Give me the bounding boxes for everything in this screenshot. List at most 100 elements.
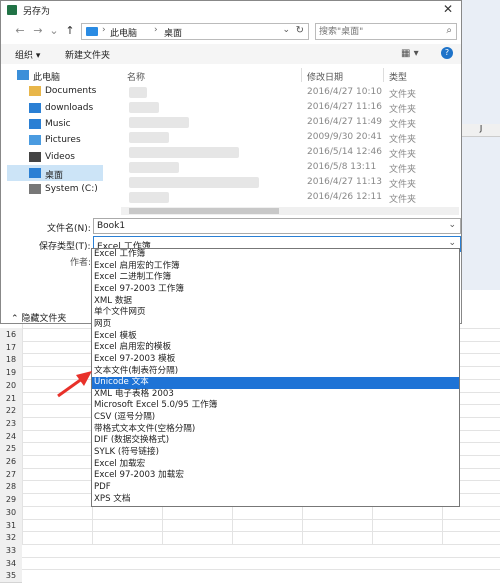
- organize-button[interactable]: 组织 ▾: [15, 48, 40, 61]
- savetype-option[interactable]: Excel 二进制工作簿: [92, 272, 459, 284]
- savetype-option[interactable]: Excel 工作簿: [92, 249, 459, 261]
- nav-item-label: 此电脑: [33, 73, 61, 83]
- savetype-option[interactable]: 单个文件网页: [92, 307, 459, 319]
- column-type[interactable]: 类型: [389, 70, 407, 83]
- list-item[interactable]: 2016/4/27 11:13 文件夹: [121, 175, 461, 190]
- savetype-option[interactable]: Excel 97-2003 模板: [92, 354, 459, 366]
- nav-item-documents[interactable]: Documents: [7, 83, 103, 99]
- close-icon[interactable]: ✕: [441, 2, 455, 16]
- nav-item-label: Documents: [45, 86, 97, 97]
- savetype-option-label: XPS 文档: [94, 493, 131, 504]
- help-icon[interactable]: ?: [441, 47, 453, 59]
- recent-dropdown-icon[interactable]: ⌄: [47, 24, 61, 38]
- row-header[interactable]: 35: [0, 569, 22, 583]
- column-divider[interactable]: [383, 68, 384, 82]
- savetype-option[interactable]: Excel 加载宏: [92, 459, 459, 471]
- breadcrumb-desktop[interactable]: 桌面: [164, 26, 182, 39]
- dialog-title: 另存为: [23, 7, 51, 17]
- savetype-option-label: Excel 97-2003 模板: [94, 353, 176, 364]
- file-type: 文件夹: [389, 90, 417, 100]
- savetype-option[interactable]: Excel 启用宏的工作簿: [92, 261, 459, 273]
- nav-item-pictures[interactable]: Pictures: [7, 132, 103, 148]
- view-options-icon[interactable]: ▦ ▾: [401, 48, 419, 59]
- savetype-option[interactable]: Excel 启用宏的模板: [92, 342, 459, 354]
- pictures-icon: [29, 135, 41, 146]
- savetype-option[interactable]: XML 数据: [92, 296, 459, 308]
- savetype-option[interactable]: XPS 文档: [92, 494, 459, 506]
- filename-value: Book1: [97, 221, 126, 231]
- file-name-blurred: [129, 162, 179, 173]
- file-type: 文件夹: [389, 120, 417, 130]
- chevron-down-icon[interactable]: ⌄: [448, 220, 456, 230]
- savetype-option[interactable]: Excel 模板: [92, 331, 459, 343]
- savetype-option[interactable]: 文本文件(制表符分隔): [92, 366, 459, 378]
- column-modified[interactable]: 修改日期: [307, 70, 343, 83]
- up-icon[interactable]: ↑: [63, 24, 77, 38]
- file-type: 文件夹: [389, 165, 417, 175]
- column-header-j[interactable]: J: [462, 124, 500, 137]
- savetype-option[interactable]: CSV (逗号分隔): [92, 412, 459, 424]
- nav-item-music[interactable]: Music: [7, 116, 103, 132]
- scrollbar-thumb[interactable]: [129, 208, 279, 214]
- chevron-right-icon[interactable]: ›: [154, 25, 158, 35]
- list-item[interactable]: 2016/4/27 10:10 文件夹: [121, 85, 461, 100]
- column-divider[interactable]: [301, 68, 302, 82]
- savetype-option[interactable]: 带格式文本文件(空格分隔): [92, 424, 459, 436]
- savetype-label: 保存类型(T):: [39, 242, 91, 252]
- horizontal-scrollbar[interactable]: [121, 207, 459, 215]
- list-item[interactable]: 2016/5/8 13:11 文件夹: [121, 160, 461, 175]
- nav-item-downloads[interactable]: downloads: [7, 100, 103, 116]
- hide-folders-label: 隐藏文件夹: [21, 314, 67, 324]
- file-name-blurred: [129, 177, 259, 188]
- breadcrumb-this-pc[interactable]: 此电脑: [110, 26, 137, 39]
- list-item[interactable]: 2016/5/14 12:46 文件夹: [121, 145, 461, 160]
- address-bar[interactable]: › 此电脑 › 桌面 ⌄ ↻: [81, 23, 309, 40]
- list-item[interactable]: 2016/4/27 11:49 文件夹: [121, 115, 461, 130]
- savetype-option-label: XML 数据: [94, 295, 133, 306]
- savetype-option[interactable]: Microsoft Excel 5.0/95 工作簿: [92, 400, 459, 412]
- chevron-up-icon: ⌃: [11, 314, 22, 324]
- file-date: 2009/9/30 20:41: [307, 132, 382, 142]
- nav-item-[interactable]: 此电脑: [7, 67, 103, 83]
- new-folder-button[interactable]: 新建文件夹: [65, 48, 110, 61]
- chevron-right-icon[interactable]: ›: [102, 25, 106, 35]
- savetype-option[interactable]: SYLK (符号链接): [92, 447, 459, 459]
- savetype-option-label: Microsoft Excel 5.0/95 工作簿: [94, 400, 218, 411]
- savetype-option-label: Excel 模板: [94, 330, 137, 341]
- savetype-option[interactable]: Excel 97-2003 加载宏: [92, 470, 459, 482]
- refresh-icon[interactable]: ↻: [296, 25, 304, 36]
- chevron-down-icon[interactable]: ⌄: [448, 238, 456, 248]
- savetype-option[interactable]: XML 电子表格 2003: [92, 389, 459, 401]
- savetype-dropdown-list: Excel 工作簿 Excel 启用宏的工作簿 Excel 二进制工作簿 Excel …: [91, 248, 460, 507]
- toolbar: 组织 ▾ 新建文件夹 ▦ ▾ ?: [1, 44, 461, 64]
- nav-item-videos[interactable]: Videos: [7, 149, 103, 165]
- savetype-option-label: Excel 加载宏: [94, 458, 146, 469]
- list-item[interactable]: 2016/4/26 12:11 文件夹: [121, 190, 461, 205]
- hide-folders-toggle[interactable]: ⌃ 隐藏文件夹: [11, 311, 66, 324]
- savetype-option[interactable]: PDF: [92, 482, 459, 494]
- chevron-down-icon[interactable]: ⌄: [282, 25, 290, 35]
- grid-line: [22, 569, 500, 571]
- nav-item-system-c[interactable]: System (C:): [7, 181, 103, 197]
- file-date: 2016/4/27 10:10: [307, 87, 382, 97]
- search-input[interactable]: [319, 25, 437, 38]
- savetype-option[interactable]: Excel 97-2003 工作簿: [92, 284, 459, 296]
- list-item[interactable]: 2009/9/30 20:41 文件夹: [121, 130, 461, 145]
- file-name-blurred: [129, 192, 169, 203]
- column-name[interactable]: 名称: [127, 70, 145, 83]
- savetype-option-label: Excel 二进制工作簿: [94, 272, 172, 283]
- search-icon[interactable]: ⌕: [446, 25, 452, 36]
- savetype-option[interactable]: Unicode 文本: [92, 377, 459, 389]
- savetype-option[interactable]: DIF (数据交换格式): [92, 435, 459, 447]
- nav-item-[interactable]: 桌面: [7, 164, 103, 181]
- forward-icon[interactable]: →: [31, 24, 45, 38]
- folder-icon: [86, 27, 98, 36]
- savetype-option-label: Excel 97-2003 加载宏: [94, 470, 184, 481]
- file-type: 文件夹: [389, 135, 417, 145]
- video-icon: [29, 151, 41, 162]
- filename-field[interactable]: Book1 ⌄: [93, 218, 461, 234]
- file-date: 2016/4/27 11:49: [307, 117, 382, 127]
- list-item[interactable]: 2016/4/27 11:16 文件夹: [121, 100, 461, 115]
- back-icon[interactable]: ←: [13, 24, 27, 38]
- savetype-option[interactable]: 网页: [92, 319, 459, 331]
